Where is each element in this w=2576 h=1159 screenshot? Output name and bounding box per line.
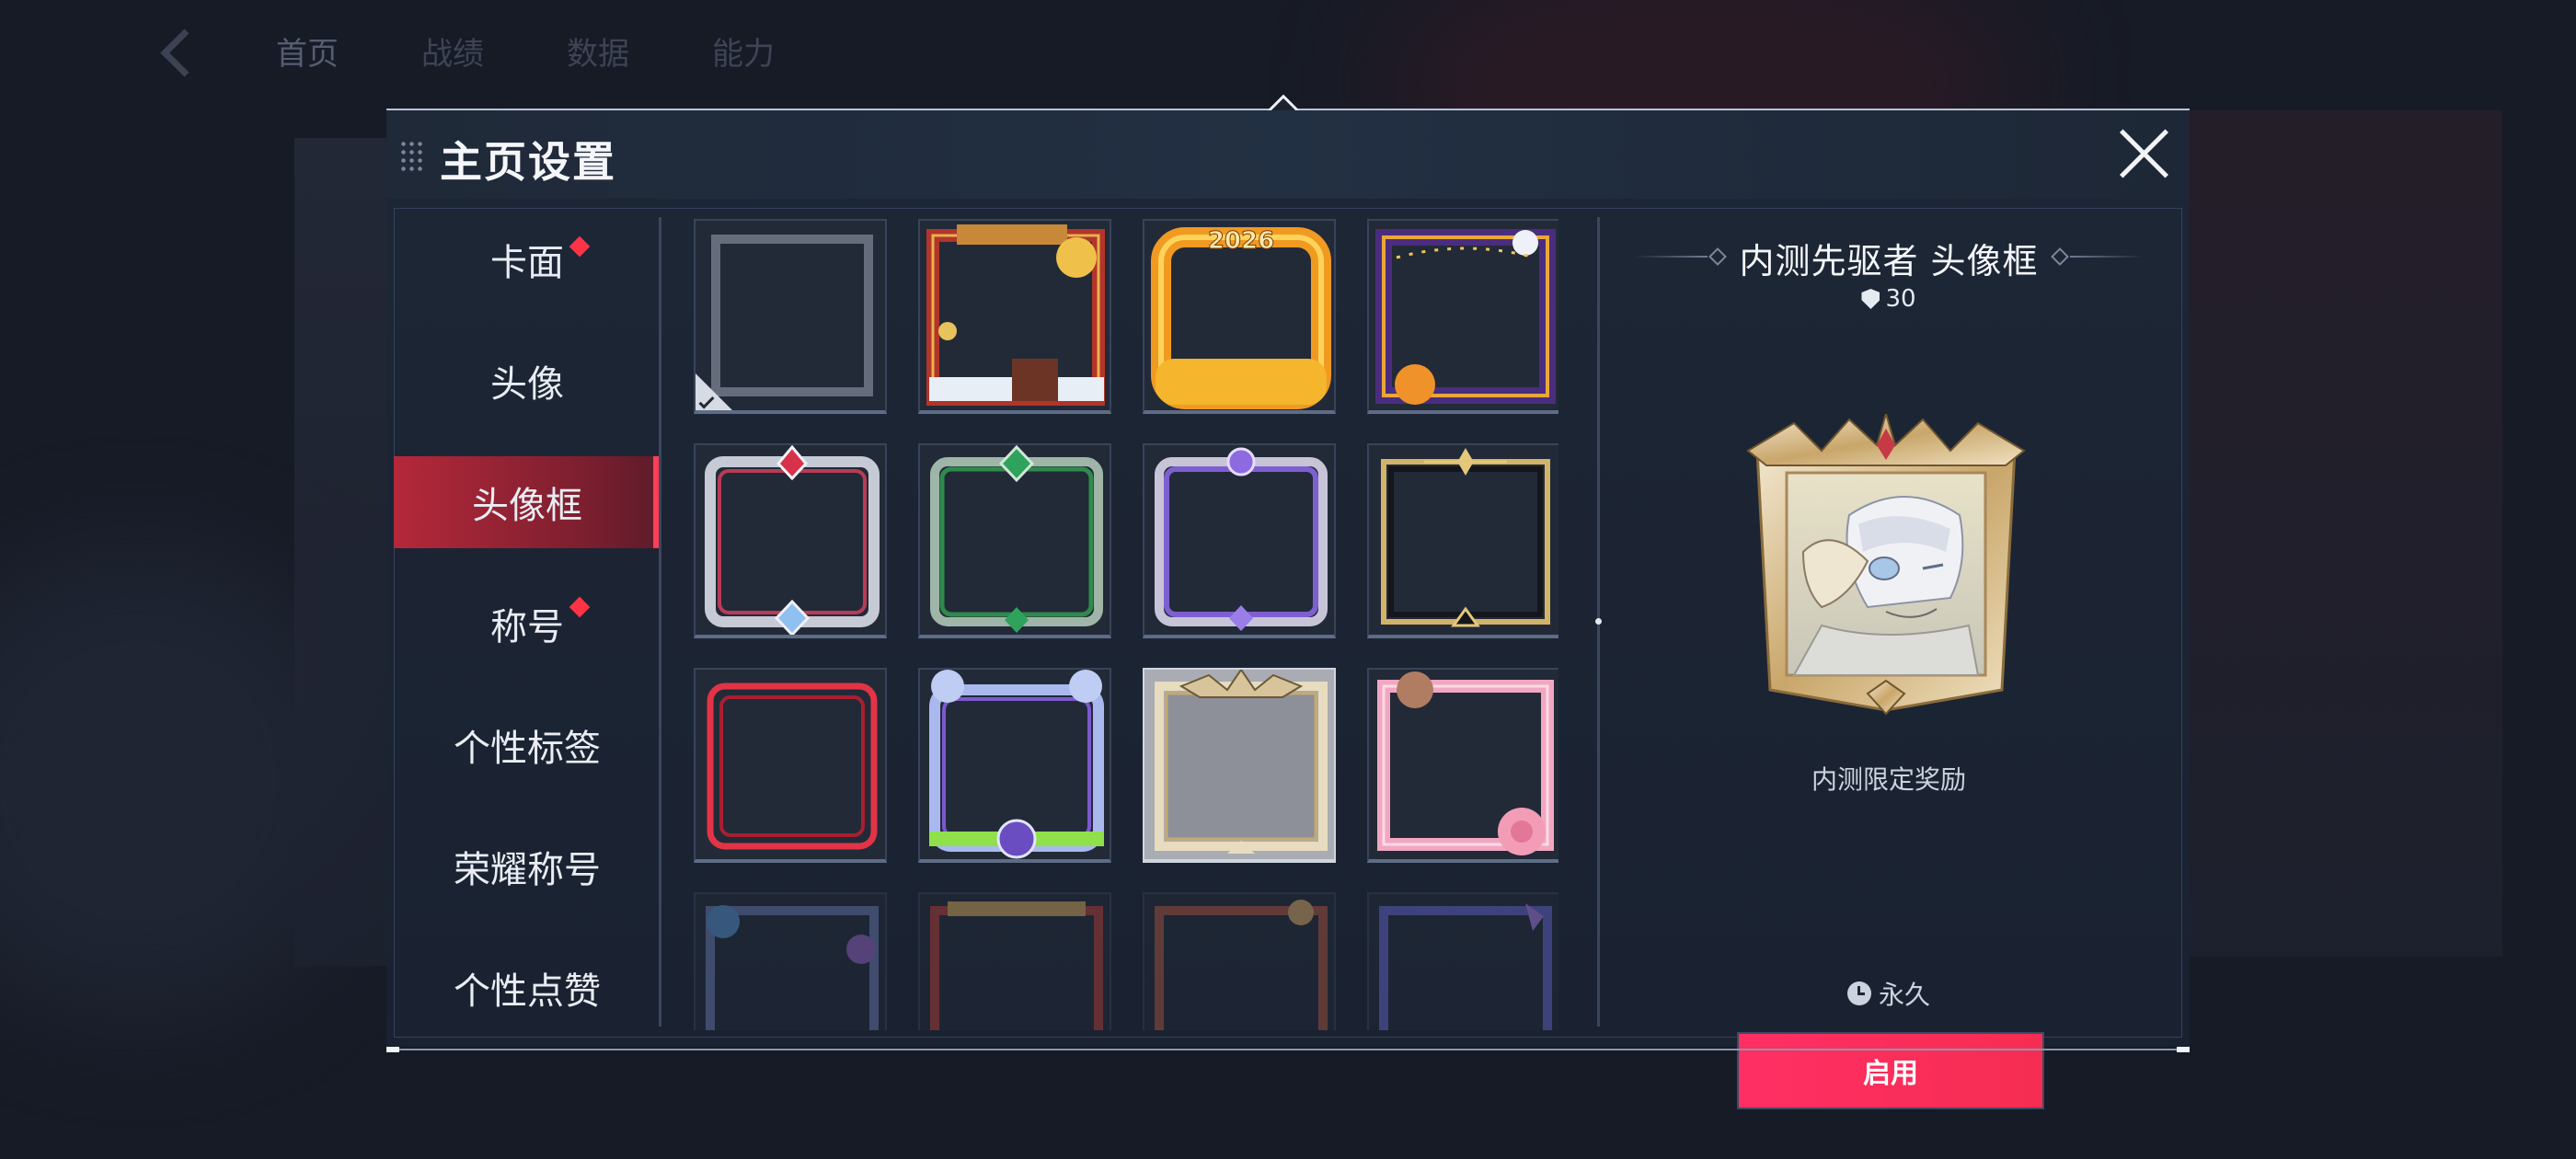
- frame-item-red-neon[interactable]: [694, 668, 887, 863]
- frame-art-red-lantern: [930, 901, 1103, 1030]
- tab-label: 个性标签: [454, 728, 601, 770]
- frame-name: 内测先驱者 头像框: [1739, 240, 2039, 281]
- tab-label: 荣耀称号: [454, 849, 601, 891]
- frame-art-pink-rose: [1377, 671, 1554, 855]
- apply-button-label: 启用: [1863, 1058, 1918, 1090]
- frame-art-blue-violet: [1379, 903, 1552, 1030]
- frame-item-pioneer-gold[interactable]: [1143, 668, 1336, 863]
- frame-item-violet-crystal[interactable]: [1143, 443, 1336, 638]
- frame-item-pink-rose[interactable]: [1367, 668, 1558, 863]
- bg-nav-tab: 首页: [276, 35, 339, 73]
- frame-item-red-lantern[interactable]: [918, 892, 1111, 1030]
- shield-icon: [1861, 289, 1880, 309]
- frame-art-spring-festival: [926, 224, 1105, 406]
- apply-button[interactable]: 启用: [1737, 1032, 2044, 1109]
- frame-item-bear-ears[interactable]: [918, 668, 1111, 863]
- rarity-row: 30: [1597, 285, 2180, 313]
- frame-art-butterfly: [706, 905, 879, 1030]
- tab-personal-tags[interactable]: 个性标签: [394, 699, 661, 791]
- tab-label: 头像: [490, 363, 564, 406]
- tab-title[interactable]: 称号: [394, 578, 661, 670]
- frame-year-text: 2026: [1208, 227, 1274, 255]
- frame-grid: 2026: [694, 219, 1558, 1030]
- rarity-value: 30: [1885, 285, 1916, 313]
- frame-item-halloween[interactable]: [1367, 219, 1558, 414]
- title-ornament-right: [2070, 256, 2144, 258]
- frame-preview-art: [1746, 410, 2026, 716]
- dialog-bottom-border: [386, 1049, 2190, 1050]
- new-badge-dot: [569, 235, 591, 258]
- tab-card-face[interactable]: 卡面: [394, 213, 661, 305]
- frame-art-black-gold: [1381, 448, 1550, 627]
- corner-mark: [386, 1047, 399, 1052]
- frame-art-silver-red: [705, 445, 880, 635]
- frame-art-2026-fire: 2026: [1151, 227, 1331, 409]
- homepage-settings-dialog: 主页设置 卡面 头像 头像框 称号 个性标签 荣耀称号 个性点赞 2026 内测…: [386, 94, 2190, 1109]
- dialog-body: 卡面 头像 头像框 称号 个性标签 荣耀称号 个性点赞 2026 内测先驱者 头…: [386, 199, 2190, 1109]
- tab-label: 个性点赞: [454, 970, 601, 1013]
- drag-grip-icon[interactable]: [399, 140, 425, 171]
- tab-glory-title[interactable]: 荣耀称号: [394, 820, 661, 912]
- tab-label: 头像框: [472, 485, 582, 527]
- frame-art-green-emerald: [930, 445, 1103, 633]
- frame-art-copper-ornate: [1155, 900, 1328, 1030]
- new-badge-dot: [569, 596, 591, 618]
- bg-nav-tab: 数据: [567, 35, 629, 73]
- clock-icon: [1846, 981, 1871, 1005]
- background-top-nav: 首页 战绩 数据 能力: [156, 18, 775, 83]
- detail-title-row: 内测先驱者 头像框: [1597, 230, 2180, 285]
- frame-art-bear-ears: [929, 670, 1104, 859]
- frame-art-red-neon: [707, 683, 878, 850]
- tab-label: 卡面: [490, 242, 564, 284]
- frame-art-pioneer-gold: [1144, 670, 1334, 859]
- duration-value: 永久: [1878, 980, 1930, 1010]
- frame-item-silver-red[interactable]: [694, 443, 887, 638]
- tabs-divider: [659, 217, 661, 1027]
- frame-item-2026-fire[interactable]: 2026: [1143, 219, 1336, 414]
- duration-row: 永久: [1597, 975, 2180, 1012]
- frame-art-halloween: [1375, 229, 1556, 405]
- frame-art-violet-crystal: [1155, 447, 1328, 631]
- frame-preview: [1730, 410, 2042, 717]
- tab-avatar[interactable]: 头像: [394, 335, 661, 427]
- bg-nav-tab: 战绩: [421, 35, 484, 73]
- tab-personal-like[interactable]: 个性点赞: [394, 942, 661, 1030]
- back-arrow-icon: [156, 23, 193, 78]
- category-tabs: 卡面 头像 头像框 称号 个性标签 荣耀称号 个性点赞: [394, 212, 661, 1030]
- frame-item-copper-ornate[interactable]: [1143, 892, 1336, 1030]
- frame-item-default[interactable]: [694, 219, 887, 414]
- frame-detail-panel: 内测先驱者 头像框 30 内测限定奖励 永久: [1597, 212, 2180, 1030]
- frame-item-butterfly[interactable]: [694, 892, 887, 1030]
- dialog-header: 主页设置: [386, 110, 2190, 199]
- background-side-panel: [2190, 110, 2502, 957]
- bg-nav-tab: 能力: [712, 35, 775, 73]
- close-x-icon[interactable]: [2116, 125, 2173, 182]
- corner-mark: [2177, 1047, 2190, 1052]
- frame-item-spring-festival[interactable]: [918, 219, 1111, 414]
- dialog-title: 主页设置: [440, 137, 616, 187]
- tab-label: 称号: [490, 606, 564, 648]
- frame-item-blue-violet[interactable]: [1367, 892, 1558, 1030]
- frame-item-black-gold[interactable]: [1367, 443, 1558, 638]
- frame-item-green-emerald[interactable]: [918, 443, 1111, 638]
- tab-avatar-frame[interactable]: 头像框: [394, 456, 661, 548]
- acquisition-source: 内测限定奖励: [1811, 764, 1966, 795]
